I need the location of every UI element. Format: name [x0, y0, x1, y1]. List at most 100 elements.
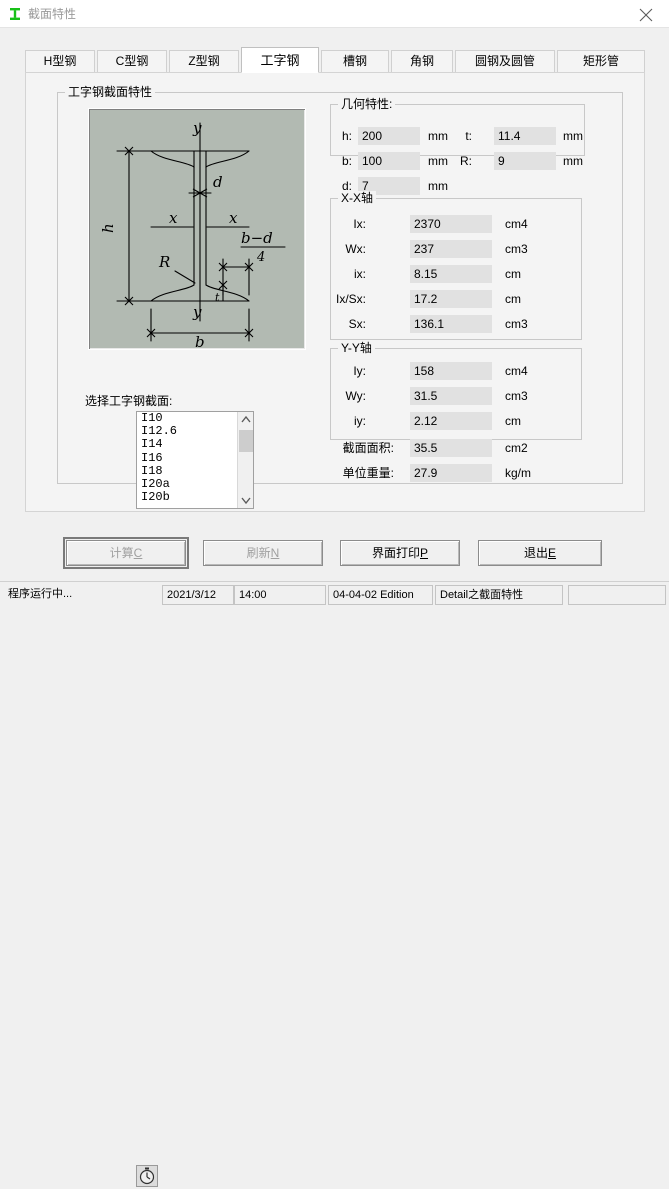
- label-r: R:: [460, 154, 472, 168]
- title-bar: 截面特性: [0, 0, 669, 28]
- status-date: 2021/3/12: [162, 585, 234, 605]
- label-b: b:: [341, 154, 352, 168]
- i-beam-diagram: y y x x d R b t b−d 4 h: [88, 108, 306, 351]
- unit-r: mm: [563, 154, 583, 168]
- refresh-button[interactable]: 刷新N: [203, 540, 323, 566]
- clock-icon: [136, 1165, 158, 1187]
- field-section-area[interactable]: 35.5: [410, 439, 492, 457]
- unit-unit-weight: kg/m: [505, 466, 532, 480]
- calculate-button-label: 计算: [109, 546, 134, 560]
- unit-ix: cm4: [505, 217, 528, 231]
- unit-d: mm: [428, 179, 448, 193]
- unit-b: mm: [428, 154, 448, 168]
- label-wy: Wy:: [345, 389, 366, 403]
- status-extra: [568, 585, 666, 605]
- status-edition: 04-04-02 Edition: [328, 585, 433, 605]
- unit-ix-over-sx: cm: [505, 292, 521, 306]
- unit-wy: cm3: [505, 389, 528, 403]
- i-beam-icon: [8, 7, 22, 21]
- unit-iy: cm4: [505, 364, 528, 378]
- tab-i-steel[interactable]: 工字钢: [241, 47, 319, 73]
- diagram-label-y-bottom: y: [192, 303, 202, 321]
- diagram-label-b: b: [195, 333, 205, 349]
- field-iy[interactable]: 158: [410, 362, 492, 380]
- field-wy[interactable]: 31.5: [410, 387, 492, 405]
- calculate-button[interactable]: 计算C: [63, 537, 189, 569]
- window-title: 截面特性: [28, 7, 77, 21]
- close-icon[interactable]: [624, 0, 669, 27]
- refresh-button-label: 刷新: [246, 546, 271, 560]
- scroll-down-icon[interactable]: [238, 492, 253, 508]
- field-radius-x[interactable]: 8.15: [410, 265, 492, 283]
- tab-round-steel-and-pipe[interactable]: 圆钢及圆管: [455, 50, 555, 72]
- exit-button-mnemonic: E: [548, 546, 557, 560]
- section-list[interactable]: I10 I12.6 I14 I16 I18 I20a I20b: [136, 411, 254, 509]
- label-sx: Sx:: [348, 317, 366, 331]
- field-sx[interactable]: 136.1: [410, 315, 492, 333]
- exit-button[interactable]: 退出E: [478, 540, 602, 566]
- list-item[interactable]: I16: [137, 451, 237, 465]
- tab-z-steel[interactable]: Z型钢: [169, 50, 239, 72]
- scroll-up-icon[interactable]: [238, 412, 253, 428]
- label-iy: Iy:: [353, 364, 366, 378]
- unit-wx: cm3: [505, 242, 528, 256]
- unit-section-area: cm2: [505, 441, 528, 455]
- print-button[interactable]: 界面打印P: [340, 540, 460, 566]
- section-list-scrollbar[interactable]: [237, 412, 253, 508]
- diagram-label-y-top: y: [192, 119, 202, 137]
- field-t[interactable]: 11.4: [494, 127, 556, 145]
- scrollbar-thumb[interactable]: [239, 430, 253, 452]
- yy-axis-group-label: Y-Y轴: [338, 341, 375, 355]
- field-ix-over-sx[interactable]: 17.2: [410, 290, 492, 308]
- unit-h: mm: [428, 129, 448, 143]
- section-properties-group-label: 工字钢截面特性: [65, 85, 156, 99]
- label-h: h:: [341, 129, 352, 143]
- diagram-label-x-left: x: [169, 209, 178, 227]
- unit-radius-x: cm: [505, 267, 521, 281]
- tab-strip: H型钢 C型钢 Z型钢 工字钢 槽钢 角钢 圆钢及圆管 矩形管: [25, 47, 645, 73]
- list-item[interactable]: I14: [137, 438, 237, 451]
- label-unit-weight: 单位重量:: [342, 466, 394, 480]
- field-h[interactable]: 200: [358, 127, 420, 145]
- status-bar: 程序运行中... 2021/3/12 14:00 04-04-02 Editio…: [0, 581, 669, 1187]
- tab-rectangular-pipe[interactable]: 矩形管: [557, 50, 645, 72]
- calculate-button-mnemonic: C: [133, 546, 143, 560]
- diagram-label-r: R: [158, 253, 170, 271]
- geometry-group-label: 几何特性:: [338, 97, 396, 111]
- section-selector-label: 选择工字钢截面:: [85, 394, 173, 408]
- diagram-label-fraction-den: 4: [256, 250, 265, 265]
- field-radius-y[interactable]: 2.12: [410, 412, 492, 430]
- unit-t: mm: [563, 129, 583, 143]
- label-radius-y: iy:: [354, 414, 366, 428]
- diagram-label-d: d: [213, 173, 223, 191]
- label-t: t:: [465, 129, 472, 143]
- diagram-label-x-right: x: [229, 209, 238, 227]
- field-unit-weight[interactable]: 27.9: [410, 464, 492, 482]
- tab-angle-steel[interactable]: 角钢: [391, 50, 453, 72]
- print-button-mnemonic: P: [420, 546, 429, 560]
- field-ix[interactable]: 2370: [410, 215, 492, 233]
- label-wx: Wx:: [345, 242, 366, 256]
- list-item[interactable]: I18: [137, 464, 237, 478]
- diagram-label-t: t: [215, 291, 220, 304]
- tab-c-steel[interactable]: C型钢: [97, 50, 167, 72]
- field-wx[interactable]: 237: [410, 240, 492, 258]
- field-b[interactable]: 100: [358, 152, 420, 170]
- list-item[interactable]: I20b: [137, 490, 237, 504]
- xx-axis-group-label: X-X轴: [338, 191, 377, 205]
- unit-sx: cm3: [505, 317, 528, 331]
- label-ix: Ix:: [353, 217, 366, 231]
- status-time: 14:00: [234, 585, 326, 605]
- label-section-area: 截面面积:: [342, 441, 394, 455]
- exit-button-label: 退出: [523, 546, 548, 560]
- diagram-label-fraction-num: b−d: [241, 229, 273, 247]
- field-r[interactable]: 9: [494, 152, 556, 170]
- label-radius-x: ix:: [354, 267, 366, 281]
- diagram-label-h: h: [99, 223, 117, 233]
- tab-channel-steel[interactable]: 槽钢: [321, 50, 389, 72]
- section-list-items: I10 I12.6 I14 I16 I18 I20a I20b: [137, 412, 237, 504]
- section-properties-window: 截面特性 H型钢 C型钢 Z型钢 工字钢 槽钢 角钢 圆钢及圆管 矩形管 工字钢…: [0, 0, 669, 1187]
- status-module: Detail之截面特性: [435, 585, 563, 605]
- print-button-label: 界面打印: [371, 546, 420, 560]
- tab-h-steel[interactable]: H型钢: [25, 50, 95, 72]
